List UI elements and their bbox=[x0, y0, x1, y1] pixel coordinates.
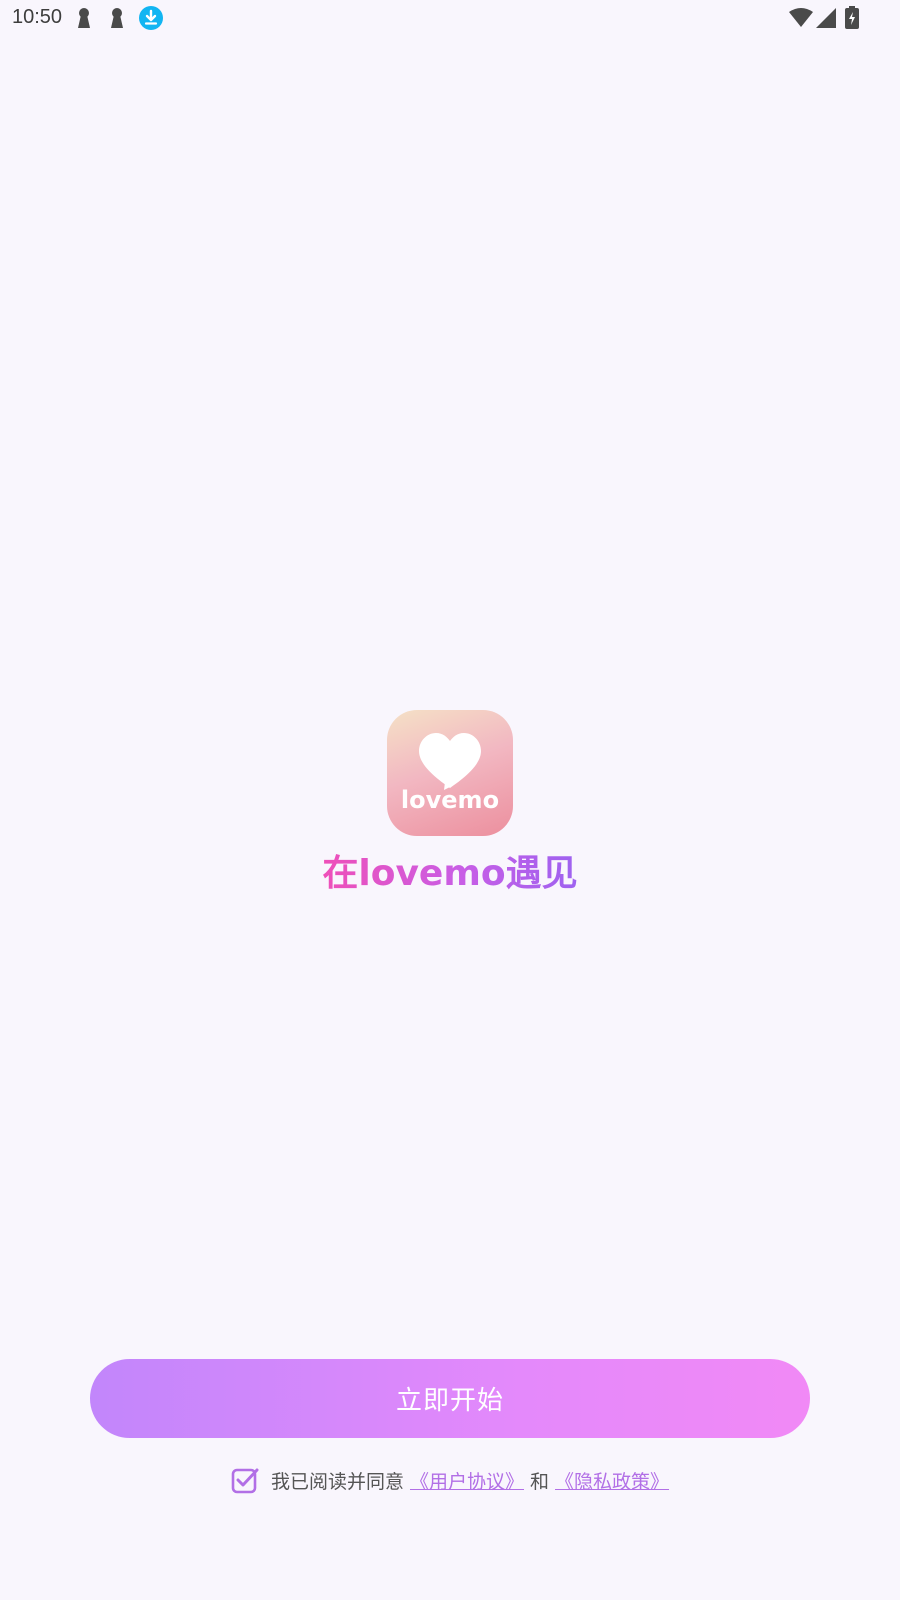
agreement-conjunction: 和 bbox=[530, 1470, 550, 1493]
status-bar: 10:50 bbox=[0, 0, 900, 36]
wifi-icon bbox=[789, 8, 813, 27]
user-agreement-link[interactable]: 《用户协议》 bbox=[410, 1467, 524, 1494]
battery-icon bbox=[845, 6, 859, 29]
agreement-checkbox[interactable] bbox=[231, 1466, 259, 1494]
slogan-text: 在lovemo遇见 bbox=[322, 853, 578, 894]
agreement-prefix: 我已阅读并同意 bbox=[270, 1470, 404, 1493]
signal-icon bbox=[816, 8, 836, 28]
heart-icon bbox=[419, 733, 481, 790]
download-icon bbox=[139, 6, 163, 30]
logo-text: lovemo bbox=[400, 786, 500, 814]
privacy-policy-link[interactable]: 《隐私政策》 bbox=[555, 1467, 669, 1494]
status-time: 10:50 bbox=[12, 6, 63, 28]
keyhole-icon bbox=[78, 8, 90, 28]
app-logo: lovemo bbox=[387, 710, 513, 836]
start-button[interactable]: 立即开始 bbox=[90, 1359, 810, 1438]
agreement-row: 我已阅读并同意 《用户协议》 和 《隐私政策》 bbox=[0, 1464, 900, 1496]
keyhole-icon bbox=[111, 8, 123, 28]
slogan: 在lovemo遇见 bbox=[0, 850, 900, 898]
